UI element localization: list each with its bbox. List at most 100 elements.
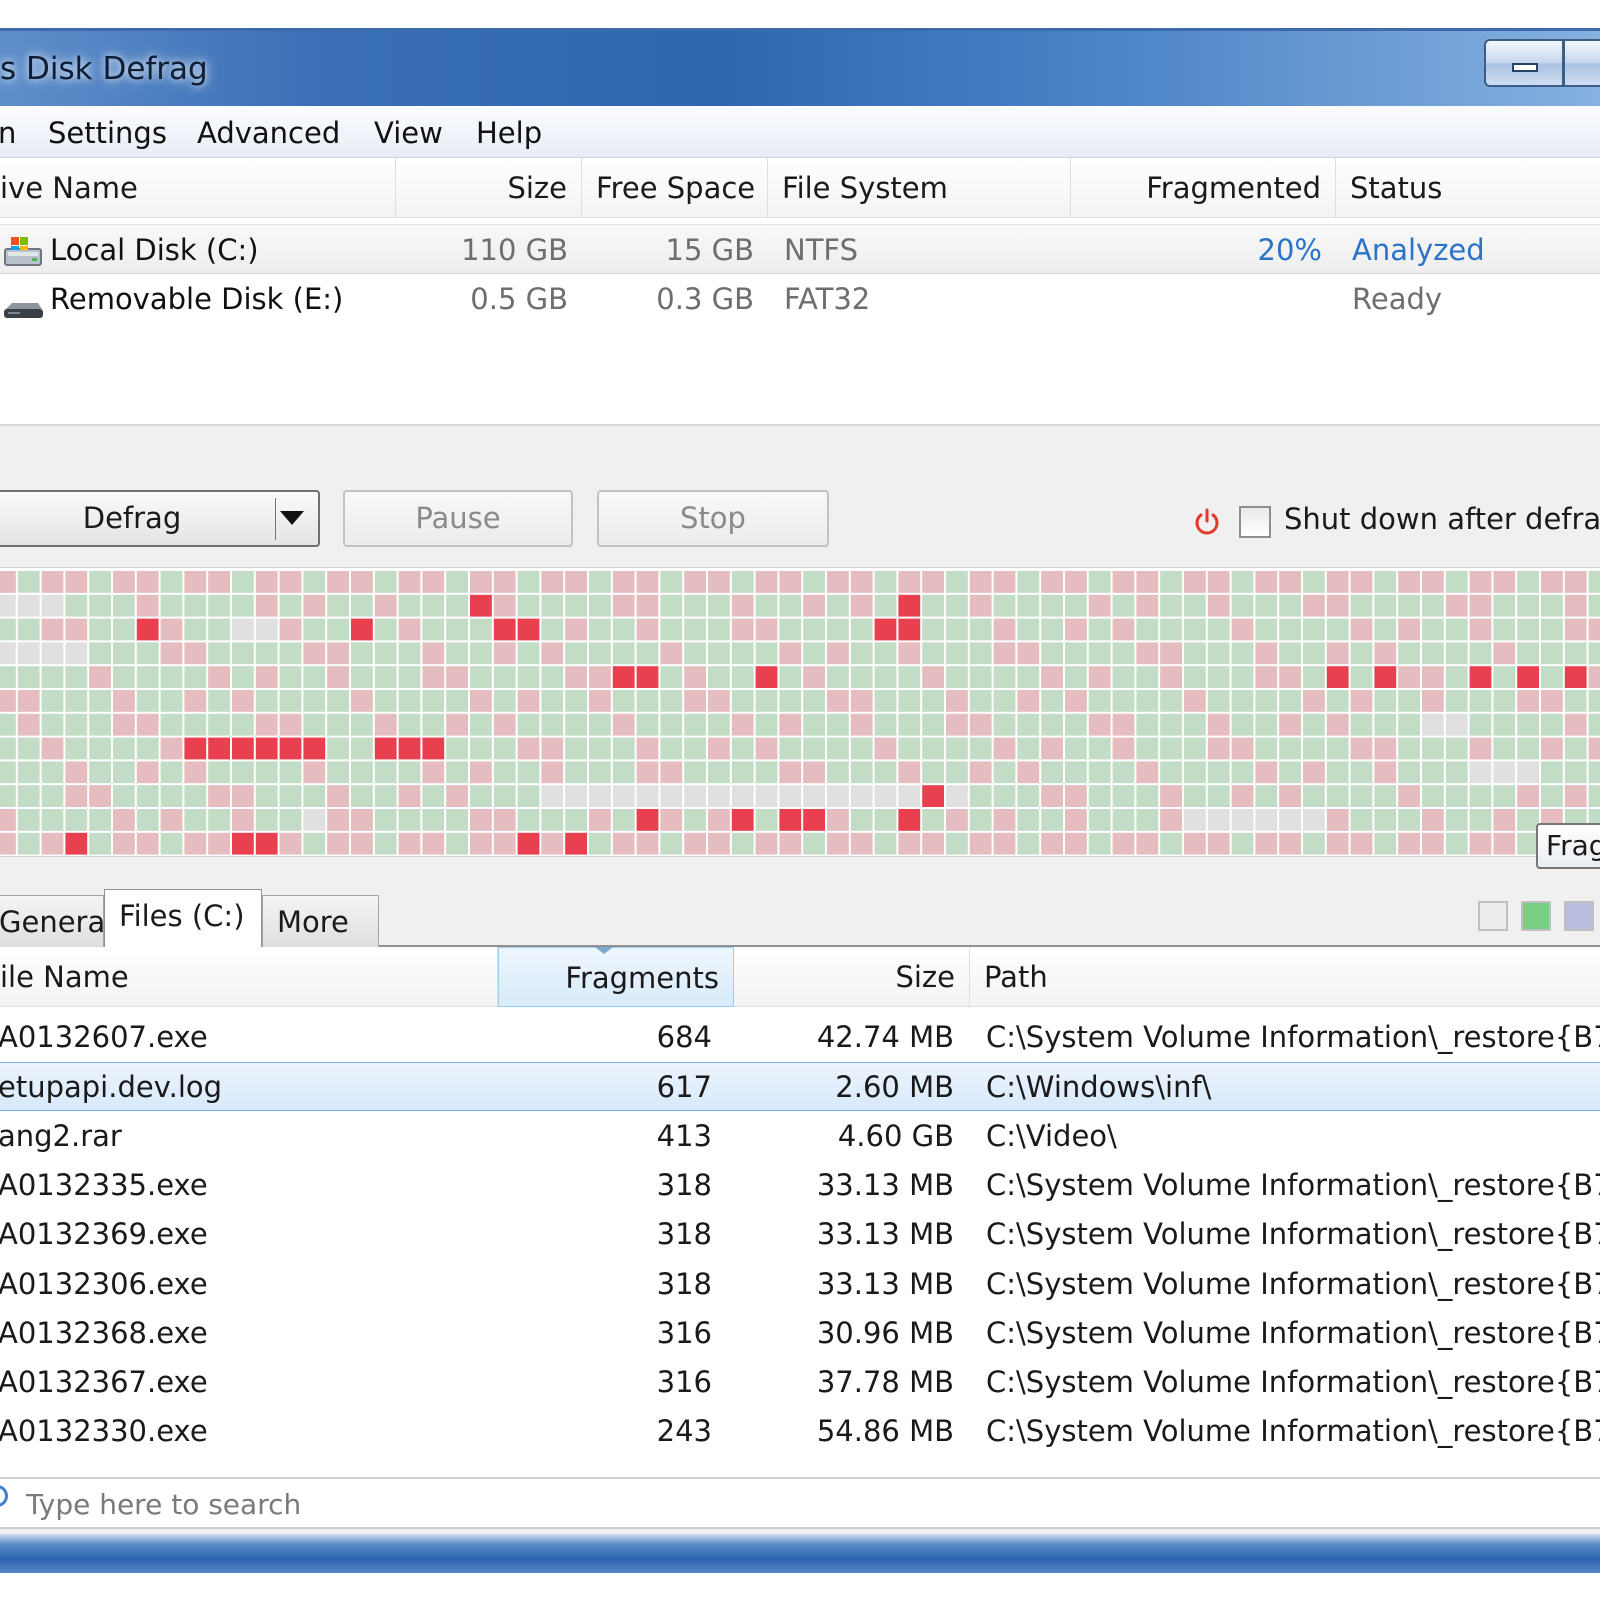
dropdown-arrow-icon[interactable] [280, 511, 304, 525]
menu-help[interactable]: Help [476, 116, 542, 150]
drive-row[interactable]: Removable Disk (E:) 0.5 GB 0.3 GB FAT32 … [0, 274, 1600, 324]
cluster-block [850, 594, 873, 617]
cluster-block [1279, 713, 1301, 736]
pause-button[interactable]: Pause [343, 490, 573, 547]
cluster-block [1422, 713, 1444, 736]
cluster-block [708, 666, 730, 688]
cluster-block [0, 761, 16, 784]
cluster-block [946, 618, 968, 641]
col-fragments[interactable]: Fragments [498, 947, 734, 1007]
cluster-block [351, 642, 373, 665]
table-row[interactable]: A0132369.exe 318 33.13 MB C:\System Volume … [0, 1210, 1600, 1259]
cluster-block [779, 832, 802, 855]
cluster-block [303, 690, 326, 712]
cluster-map[interactable]: Frag [0, 567, 1600, 869]
file-path: C:\System Volume Information\_restore{B7… [986, 1217, 1600, 1252]
cluster-block [17, 713, 40, 736]
tab-more[interactable]: More [262, 895, 379, 947]
col-size[interactable]: Size [396, 158, 582, 218]
table-row[interactable]: A0132368.exe 316 30.96 MB C:\System Volume … [0, 1309, 1600, 1358]
cluster-block [184, 594, 207, 617]
tab-files[interactable]: Files (C:) [104, 889, 262, 947]
cluster-block [874, 809, 897, 831]
menu-advanced[interactable]: Advanced [197, 116, 340, 150]
cluster-block [660, 618, 683, 641]
cluster-block [1279, 737, 1301, 760]
cluster-block [922, 618, 944, 641]
cluster-block [422, 618, 445, 641]
defrag-button[interactable]: Defrag [0, 490, 320, 547]
menu-view[interactable]: View [374, 116, 443, 150]
cluster-block [113, 809, 135, 831]
table-row[interactable]: etupapi.dev.log 617 2.60 MB C:\Windows\inf\ [0, 1062, 1600, 1112]
cluster-block [279, 618, 302, 641]
cluster-block [1184, 809, 1206, 831]
cluster-block [684, 666, 706, 688]
cluster-block [684, 713, 706, 736]
menu-settings[interactable]: Settings [48, 116, 167, 150]
cluster-block [1374, 666, 1397, 688]
col-path[interactable]: Path [970, 947, 1600, 1007]
col-file-name[interactable]: ile Name [0, 947, 498, 1007]
table-row[interactable]: A0132367.exe 316 37.78 MB C:\System Volume … [0, 1358, 1600, 1407]
table-row[interactable]: ang2.rar 413 4.60 GB C:\Video\ [0, 1112, 1600, 1161]
col-drive-name[interactable]: ive Name [0, 158, 396, 218]
stop-button[interactable]: Stop [597, 490, 829, 547]
table-row[interactable]: A0132607.exe 684 42.74 MB C:\System Volume … [0, 1013, 1600, 1062]
col-file-system[interactable]: File System [768, 158, 1071, 218]
col-status[interactable]: Status [1336, 158, 1600, 218]
cluster-block [1445, 737, 1468, 760]
cluster-block [1517, 618, 1539, 641]
cluster-block [17, 642, 40, 665]
cluster-block [493, 785, 516, 807]
menu-action[interactable]: n [0, 116, 16, 150]
col-fragmented[interactable]: Fragmented [1071, 158, 1336, 218]
cluster-block [660, 809, 683, 831]
cluster-block [1207, 785, 1230, 807]
cluster-block [541, 571, 564, 593]
table-row[interactable]: A0132330.exe 243 54.86 MB C:\System Volume … [0, 1407, 1600, 1456]
cluster-block [1231, 594, 1254, 617]
legend-swatch[interactable] [1521, 901, 1551, 931]
cluster-block [1184, 713, 1206, 736]
cluster-block [1065, 809, 1087, 831]
file-fragments: 617 [656, 1070, 712, 1105]
search-input[interactable] [26, 1485, 926, 1523]
col-file-size[interactable]: Size [734, 947, 970, 1007]
cluster-block [422, 737, 445, 760]
cluster-block [1160, 737, 1182, 760]
cluster-block [303, 642, 326, 665]
legend-swatch[interactable] [1478, 901, 1508, 931]
cluster-block [470, 618, 492, 641]
cluster-block [1065, 571, 1087, 593]
cluster-block [1088, 571, 1111, 593]
cluster-block [279, 761, 302, 784]
cluster-block [993, 690, 1016, 712]
cluster-block [255, 713, 278, 736]
cluster-block [1255, 713, 1278, 736]
drive-row[interactable]: Local Disk (C:) 110 GB 15 GB NTFS 20% An… [0, 224, 1600, 274]
cluster-block [1469, 666, 1492, 688]
cluster-block [0, 809, 16, 831]
cluster-block [113, 737, 135, 760]
minimize-button[interactable] [1484, 39, 1564, 87]
table-row[interactable]: A0132306.exe 318 33.13 MB C:\System Volume … [0, 1260, 1600, 1309]
cluster-block [279, 737, 302, 760]
cluster-block [1231, 809, 1254, 831]
table-row[interactable]: A0132335.exe 318 33.13 MB C:\System Volume … [0, 1161, 1600, 1210]
legend-swatch[interactable] [1564, 901, 1594, 931]
cluster-block [1136, 809, 1159, 831]
cluster-block [1374, 785, 1397, 807]
maximize-button[interactable] [1564, 39, 1600, 87]
cluster-block [0, 642, 16, 665]
col-free-space[interactable]: Free Space [582, 158, 768, 218]
tab-general[interactable]: General [0, 895, 113, 947]
title-bar[interactable]: s Disk Defrag [0, 31, 1600, 106]
shutdown-checkbox[interactable] [1239, 506, 1271, 538]
cluster-block [660, 571, 683, 593]
cluster-block [136, 832, 159, 855]
shutdown-label[interactable]: Shut down after defrag [1284, 502, 1600, 536]
cluster-block [1041, 690, 1063, 712]
cluster-block [731, 785, 754, 807]
cluster-block [1374, 761, 1397, 784]
